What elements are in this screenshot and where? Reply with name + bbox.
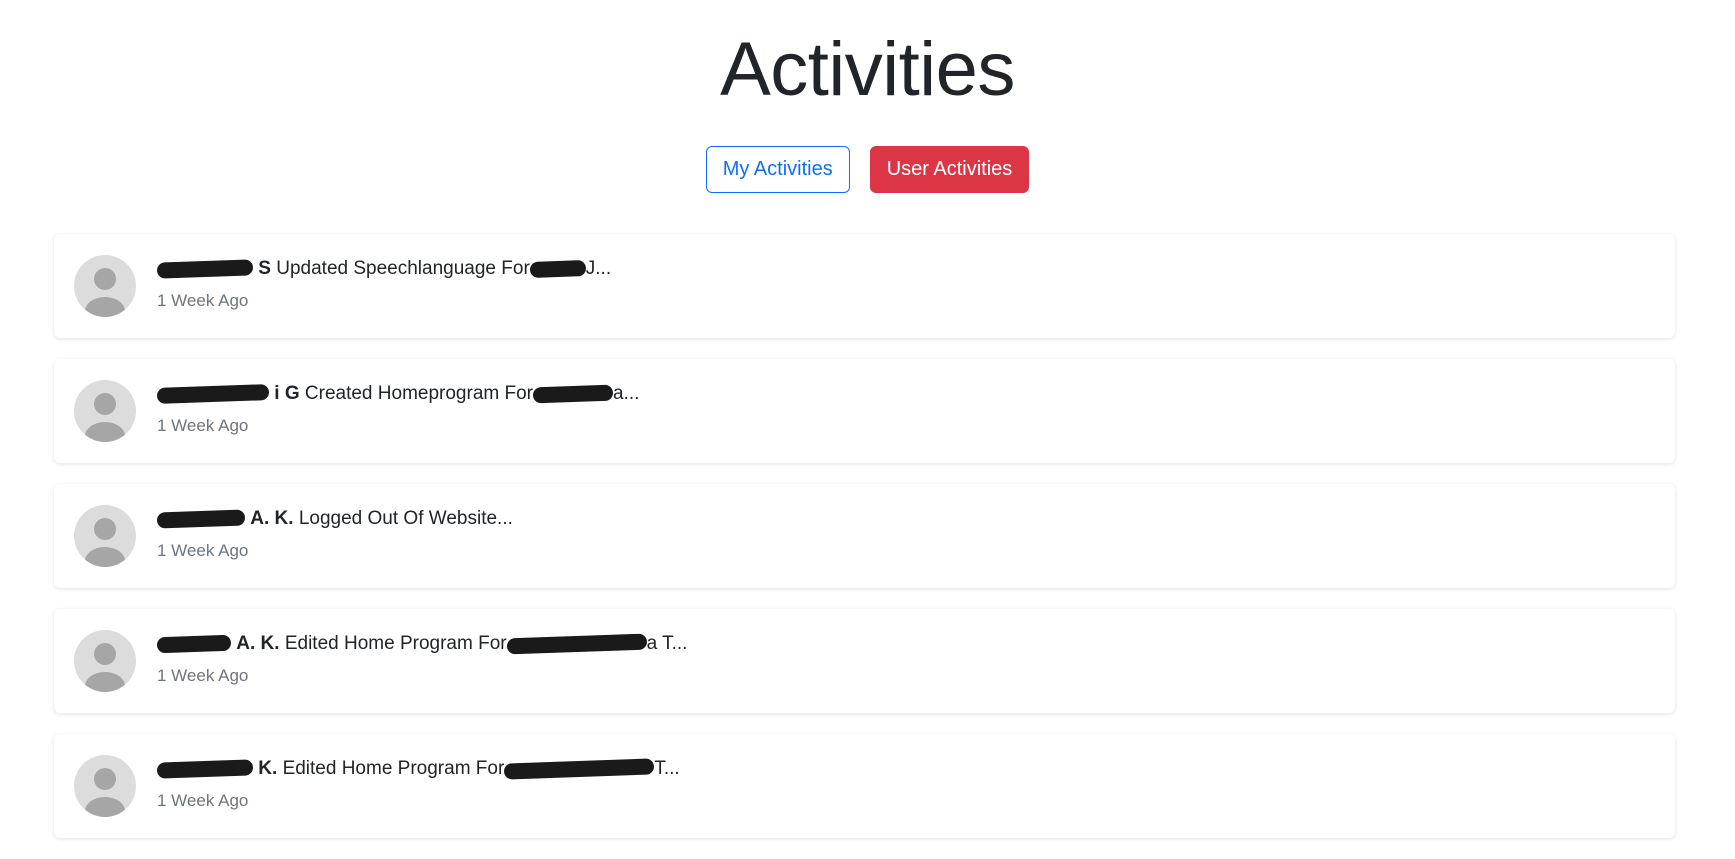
activity-time: 1 Week Ago [157, 291, 249, 310]
user-name: A. K. [236, 633, 280, 654]
user-placeholder-icon [85, 643, 125, 692]
user-name: A. K. [250, 508, 294, 529]
activity-time: 1 Week Ago [157, 541, 249, 560]
activity-target: a T... [646, 633, 688, 654]
activity-description: K. Edited Home Program For T... [156, 756, 680, 782]
redaction-mark [504, 758, 655, 780]
avatar [74, 630, 136, 692]
redaction-mark [156, 384, 270, 404]
activity-action: Updated Speechlanguage For [276, 258, 530, 279]
activity-target: a... [613, 383, 640, 404]
avatar [74, 380, 136, 442]
activity-list: S Updated Speechlanguage For J... 1 Week … [54, 234, 1675, 859]
activity-time: 1 Week Ago [157, 666, 249, 685]
avatar [74, 505, 136, 567]
redaction-mark [506, 633, 647, 655]
redaction-mark [529, 260, 587, 278]
activity-description: A. K. Edited Home Program For a T... [156, 631, 688, 657]
activity-target: T... [654, 758, 680, 779]
user-name: S [258, 258, 271, 279]
activity-action: Edited Home Program For [282, 758, 505, 779]
page-title: Activities [720, 27, 1015, 112]
user-name: i G [274, 383, 300, 404]
activity-card[interactable]: S Updated Speechlanguage For J... 1 Week … [54, 234, 1675, 338]
activity-card[interactable]: K. Edited Home Program For T... 1 Week Ag… [54, 734, 1675, 838]
activity-card[interactable]: i G Created Homeprogram For a... 1 Week A… [54, 359, 1675, 463]
activity-action: Edited Home Program For [284, 633, 507, 654]
my-activities-button[interactable]: My Activities [705, 146, 850, 193]
activity-time: 1 Week Ago [157, 416, 249, 435]
user-placeholder-icon [85, 393, 125, 442]
redaction-mark [156, 509, 246, 529]
activity-action: Logged Out Of Website... [298, 508, 513, 529]
user-name: K. [258, 758, 278, 779]
redaction-mark [156, 759, 254, 779]
user-placeholder-icon [85, 518, 125, 567]
activity-target: J... [585, 258, 612, 279]
activity-card[interactable]: A. K. Logged Out Of Website... 1 Week Ag… [54, 484, 1675, 588]
avatar [74, 255, 136, 317]
activity-description: S Updated Speechlanguage For J... [156, 256, 612, 282]
avatar [74, 755, 136, 817]
redaction-mark [156, 634, 232, 654]
activity-filter-buttons: My Activities User Activities [0, 146, 1735, 193]
user-placeholder-icon [85, 268, 125, 317]
redaction-mark [156, 259, 254, 279]
activity-time: 1 Week Ago [157, 791, 249, 810]
user-activities-button[interactable]: User Activities [869, 146, 1030, 193]
redaction-mark [532, 384, 614, 404]
activity-description: i G Created Homeprogram For a... [156, 381, 640, 407]
activity-card[interactable]: A. K. Edited Home Program For a T... 1 We… [54, 609, 1675, 713]
user-placeholder-icon [85, 768, 125, 817]
activity-description: A. K. Logged Out Of Website... [156, 506, 513, 532]
activity-action: Created Homeprogram For [304, 383, 533, 404]
